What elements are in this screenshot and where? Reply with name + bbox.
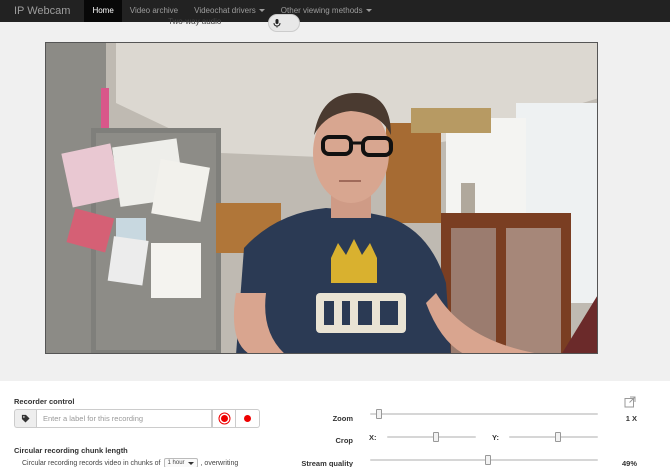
two-way-audio-label: Two-way audio	[168, 17, 222, 26]
stream-quality-label: Stream quality	[301, 459, 353, 467]
crop-label: Crop	[335, 436, 354, 445]
crop-x-slider-handle[interactable]	[432, 432, 439, 442]
start-recording-button[interactable]	[212, 409, 236, 428]
caret-down-icon	[365, 9, 372, 13]
crop-y-slider[interactable]	[509, 436, 598, 438]
zoom-label: Zoom	[332, 414, 353, 423]
record-icon	[244, 415, 251, 422]
microphone-icon	[272, 18, 282, 28]
video-image	[46, 43, 597, 353]
chunk-description: Circular recording records video in chun…	[22, 458, 238, 467]
record-ring-icon	[220, 415, 228, 422]
chunk-prefix: Circular recording records video in chun…	[22, 459, 161, 467]
recording-label-group	[14, 409, 260, 428]
zoom-value: 1 X	[625, 414, 637, 423]
caret-down-icon	[258, 9, 265, 13]
chunk-suffix: , overwriting	[200, 459, 239, 467]
record-button[interactable]	[236, 409, 260, 428]
stream-quality-slider-handle[interactable]	[484, 455, 491, 465]
recorder-control-title: Recorder control	[14, 397, 75, 406]
two-way-audio-toggle[interactable]	[268, 14, 300, 32]
caret-down-icon	[187, 461, 194, 465]
zoom-slider-handle[interactable]	[376, 409, 382, 419]
tag-icon	[14, 409, 36, 428]
chunk-length-value: 1 hour	[167, 460, 185, 466]
popout-icon[interactable]	[624, 396, 636, 408]
crop-y-slider-handle[interactable]	[554, 432, 561, 442]
nav-home[interactable]: Home	[84, 0, 122, 22]
zoom-slider[interactable]	[370, 413, 598, 415]
crop-x-slider[interactable]	[387, 436, 476, 438]
brand-link[interactable]: IP Webcam	[0, 0, 84, 22]
stream-quality-value: 49%	[621, 459, 637, 467]
crop-x-label: X:	[369, 433, 377, 442]
recording-label-input[interactable]	[36, 409, 212, 428]
chunk-length-select[interactable]: 1 hour	[163, 458, 198, 467]
video-stream[interactable]	[45, 42, 598, 354]
navbar: IP Webcam Home Video archive Videochat d…	[0, 0, 670, 22]
chunk-length-title: Circular recording chunk length	[14, 446, 128, 455]
crop-y-label: Y:	[492, 433, 499, 442]
nav-videochat-drivers-label: Videochat drivers	[194, 6, 256, 15]
